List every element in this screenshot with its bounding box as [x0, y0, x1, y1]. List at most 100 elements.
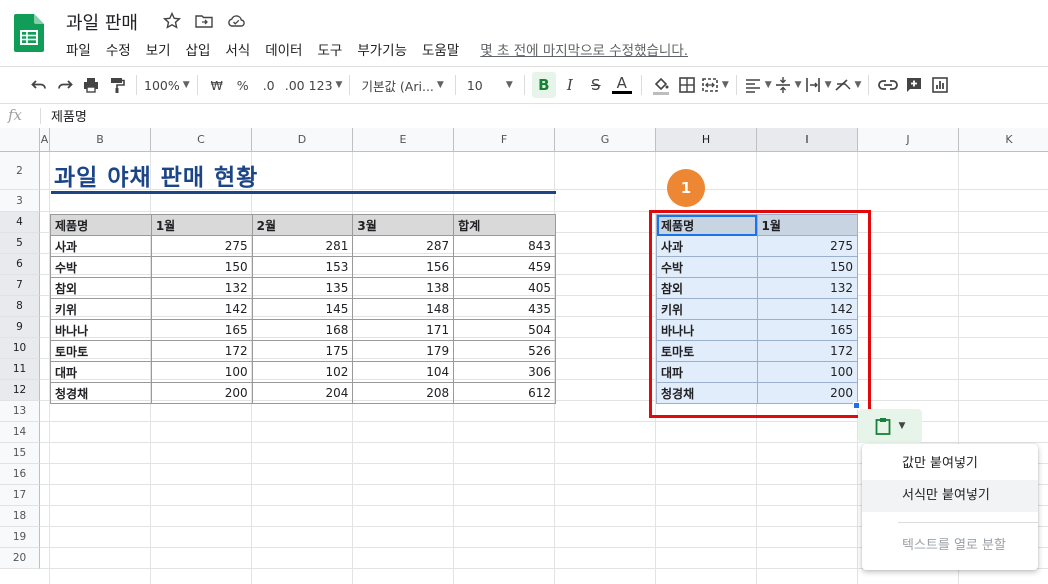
value-cell[interactable]: 150 — [150, 256, 253, 278]
cloud-saved-icon[interactable] — [226, 11, 246, 31]
column-header-f[interactable]: F — [454, 128, 555, 152]
value-cell[interactable]: 132 — [150, 277, 253, 299]
menu-help[interactable]: 도움말 — [422, 39, 459, 59]
product-cell[interactable]: 사과 — [50, 235, 152, 257]
percent-format-button[interactable]: % — [231, 72, 255, 98]
value-cell[interactable]: 179 — [352, 340, 455, 362]
product-cell[interactable]: 바나나 — [656, 319, 758, 341]
product-cell[interactable]: 참외 — [656, 277, 758, 299]
product-cell[interactable]: 대파 — [656, 361, 758, 383]
font-size-select[interactable]: 10 ▼ — [463, 72, 517, 98]
header-cell[interactable]: 제품명 — [656, 214, 758, 236]
column-header-a[interactable]: A — [40, 128, 50, 152]
value-cell[interactable]: 275 — [756, 235, 859, 257]
header-cell[interactable]: 제품명 — [50, 214, 152, 236]
value-cell[interactable]: 306 — [453, 361, 556, 383]
header-cell[interactable]: 1월 — [756, 214, 859, 236]
row-header[interactable]: 18 — [0, 506, 40, 527]
value-cell[interactable]: 204 — [251, 382, 354, 404]
menu-split-text-to-columns[interactable]: 텍스트를 열로 분할 — [862, 530, 1038, 562]
value-cell[interactable]: 153 — [251, 256, 354, 278]
column-header-k[interactable]: K — [959, 128, 1048, 152]
value-cell[interactable]: 100 — [150, 361, 253, 383]
menu-edit[interactable]: 수정 — [106, 39, 131, 59]
product-cell[interactable]: 수박 — [50, 256, 152, 278]
row-header[interactable]: 19 — [0, 527, 40, 548]
product-cell[interactable]: 키위 — [656, 298, 758, 320]
header-cell[interactable]: 3월 — [352, 214, 455, 236]
product-cell[interactable]: 대파 — [50, 361, 152, 383]
row-header[interactable]: 11 — [0, 359, 40, 380]
row-header[interactable]: 2 — [0, 152, 40, 190]
value-cell[interactable]: 148 — [352, 298, 455, 320]
column-header-i[interactable]: I — [757, 128, 858, 152]
text-color-button[interactable]: A — [610, 72, 634, 98]
text-wrap-icon[interactable]: ▼ — [804, 72, 832, 98]
borders-icon[interactable] — [675, 72, 699, 98]
value-cell[interactable]: 100 — [756, 361, 859, 383]
horizontal-align-icon[interactable]: ▼ — [744, 72, 772, 98]
bold-button[interactable]: B — [531, 72, 556, 98]
product-cell[interactable]: 참외 — [50, 277, 152, 299]
value-cell[interactable]: 526 — [453, 340, 556, 362]
more-formats-select[interactable]: 123 ▼ — [309, 72, 343, 98]
redo-icon[interactable] — [53, 72, 77, 98]
insert-link-icon[interactable] — [876, 72, 900, 98]
header-cell[interactable]: 1월 — [150, 214, 253, 236]
text-rotation-icon[interactable]: ▼ — [834, 72, 861, 98]
row-header[interactable]: 7 — [0, 275, 40, 296]
menu-paste-format-only[interactable]: 서식만 붙여넣기 — [862, 480, 1038, 512]
row-header[interactable]: 16 — [0, 464, 40, 485]
value-cell[interactable]: 168 — [251, 319, 354, 341]
google-sheets-logo-icon[interactable] — [14, 14, 44, 52]
value-cell[interactable]: 405 — [453, 277, 556, 299]
value-cell[interactable]: 200 — [150, 382, 253, 404]
paste-options-button[interactable]: ▼ — [858, 409, 922, 443]
document-title[interactable]: 과일 판매 — [66, 9, 138, 35]
column-header-e[interactable]: E — [353, 128, 454, 152]
row-header[interactable]: 20 — [0, 548, 40, 569]
value-cell[interactable]: 275 — [150, 235, 253, 257]
menu-addons[interactable]: 부가기능 — [357, 39, 407, 59]
pasted-range[interactable]: 제품명 1월 사과 275 수박 150 참외 132 키위 142 바나나 165 토마토 172 대파 1… — [656, 214, 859, 404]
fill-handle[interactable] — [853, 402, 860, 409]
print-icon[interactable] — [79, 72, 103, 98]
value-cell[interactable]: 504 — [453, 319, 556, 341]
last-edit-link[interactable]: 몇 초 전에 마지막으로 수정했습니다. — [480, 39, 688, 59]
product-cell[interactable]: 바나나 — [50, 319, 152, 341]
value-cell[interactable]: 843 — [453, 235, 556, 257]
value-cell[interactable]: 165 — [150, 319, 253, 341]
row-header[interactable]: 4 — [0, 212, 40, 233]
currency-format-button[interactable]: ₩ — [205, 72, 229, 98]
value-cell[interactable]: 138 — [352, 277, 455, 299]
value-cell[interactable]: 104 — [352, 361, 455, 383]
value-cell[interactable]: 165 — [756, 319, 859, 341]
italic-button[interactable]: I — [558, 72, 582, 98]
value-cell[interactable]: 142 — [756, 298, 859, 320]
menu-tools[interactable]: 도구 — [317, 39, 342, 59]
value-cell[interactable]: 132 — [756, 277, 859, 299]
value-cell[interactable]: 142 — [150, 298, 253, 320]
value-cell[interactable]: 459 — [453, 256, 556, 278]
value-cell[interactable]: 172 — [756, 340, 859, 362]
row-header[interactable]: 10 — [0, 338, 40, 359]
value-cell[interactable]: 172 — [150, 340, 253, 362]
value-cell[interactable]: 150 — [756, 256, 859, 278]
row-header[interactable]: 8 — [0, 296, 40, 317]
product-cell[interactable]: 청경채 — [656, 382, 758, 404]
merge-cells-icon[interactable]: ▼ — [701, 72, 729, 98]
row-header[interactable]: 5 — [0, 233, 40, 254]
increase-decimal-button[interactable]: .00 — [283, 72, 307, 98]
product-cell[interactable]: 토마토 — [656, 340, 758, 362]
value-cell[interactable]: 287 — [352, 235, 455, 257]
paint-format-icon[interactable] — [105, 72, 129, 98]
menu-data[interactable]: 데이터 — [265, 39, 302, 59]
menu-file[interactable]: 파일 — [66, 39, 91, 59]
value-cell[interactable]: 171 — [352, 319, 455, 341]
row-header[interactable]: 17 — [0, 485, 40, 506]
value-cell[interactable]: 175 — [251, 340, 354, 362]
value-cell[interactable]: 135 — [251, 277, 354, 299]
value-cell[interactable]: 612 — [453, 382, 556, 404]
value-cell[interactable]: 156 — [352, 256, 455, 278]
vertical-align-icon[interactable]: ▼ — [774, 72, 802, 98]
